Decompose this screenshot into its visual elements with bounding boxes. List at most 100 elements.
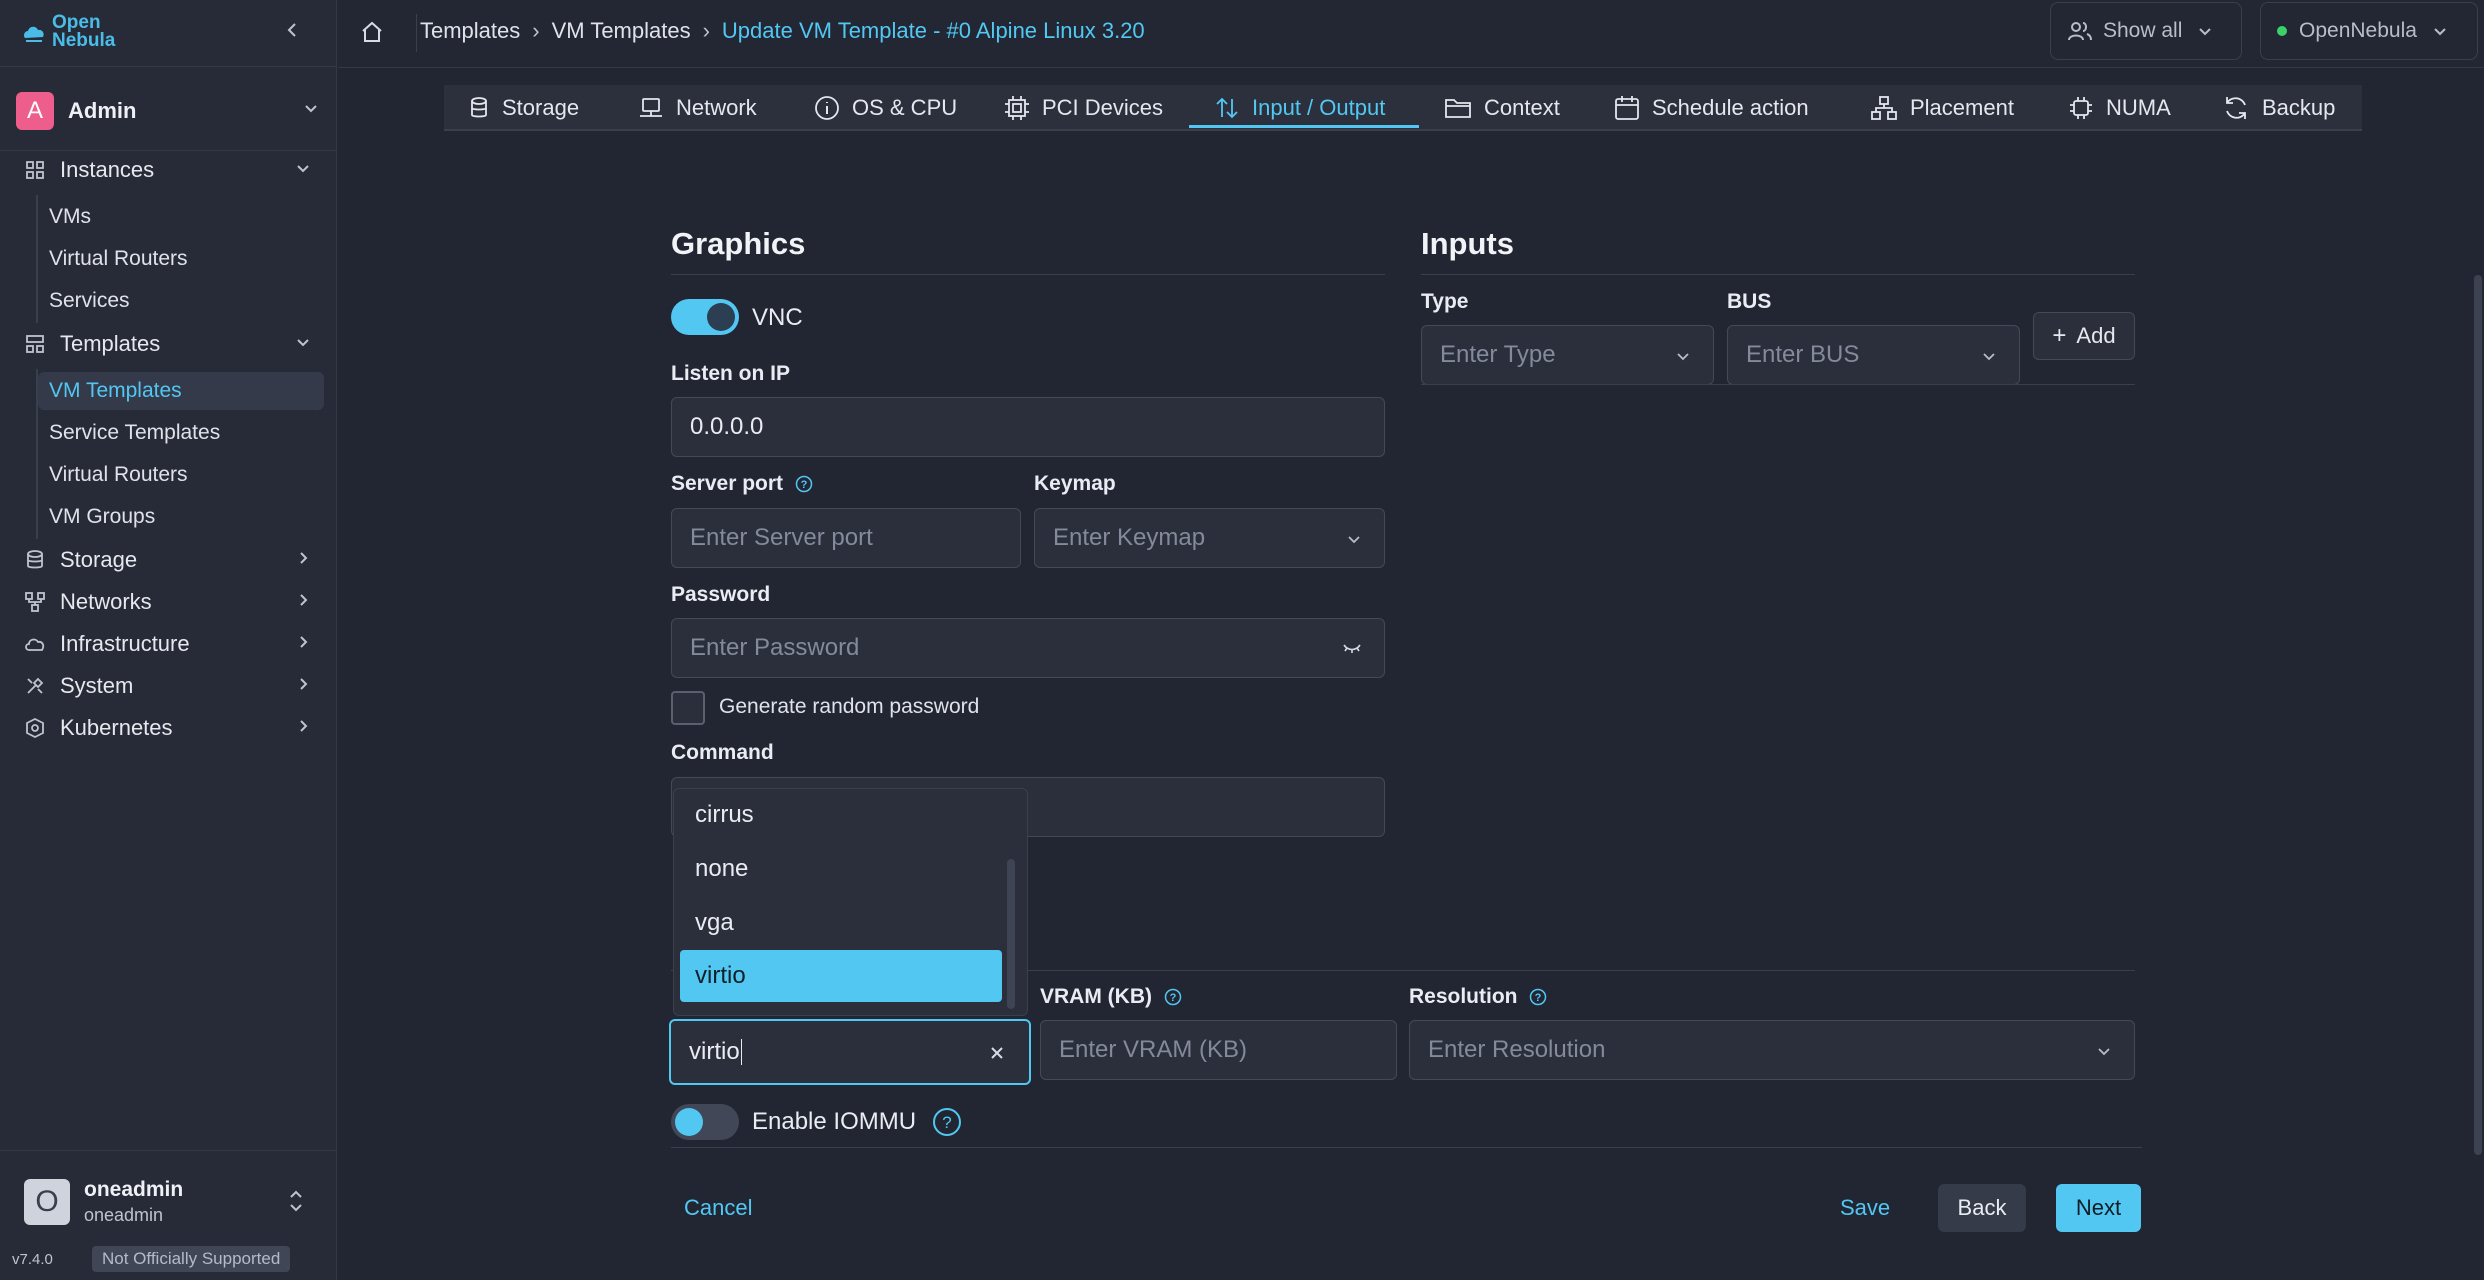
- sidebar-group-templates[interactable]: Templates: [24, 324, 322, 364]
- chevron-down-icon: [2434, 28, 2446, 36]
- sidebar-divider: [0, 1150, 337, 1151]
- sidebar-group-label: Instances: [60, 157, 155, 182]
- sidebar-group-networks[interactable]: Networks: [24, 582, 322, 622]
- home-button[interactable]: [360, 20, 384, 44]
- cloud-icon: [25, 638, 45, 651]
- help-icon: ?: [795, 476, 813, 493]
- top-bar: Templates › VM Templates › Update VM Tem…: [338, 0, 2484, 68]
- active-tab-indicator: [1189, 125, 1419, 128]
- breadcrumb-vm-templates[interactable]: VM Templates: [552, 18, 691, 44]
- input-type-label: Type: [1421, 290, 1469, 313]
- opennebula-logo[interactable]: Open Nebula: [22, 13, 115, 50]
- show-all-button[interactable]: Show all: [2050, 2, 2242, 60]
- sidebar-item-vm-groups[interactable]: VM Groups: [38, 498, 324, 536]
- sidebar-group-instances[interactable]: Instances: [24, 150, 322, 190]
- sidebar-group-storage[interactable]: Storage: [24, 540, 322, 580]
- random-password-checkbox[interactable]: [671, 691, 705, 725]
- user-menu[interactable]: O oneadmin oneadmin: [24, 1176, 322, 1230]
- vnc-toggle[interactable]: [671, 299, 739, 335]
- dropdown-scrollbar[interactable]: [1007, 859, 1015, 1009]
- arrows-updown-icon: [1216, 97, 1238, 119]
- password-input[interactable]: Enter Password: [671, 618, 1385, 678]
- password-label: Password: [671, 583, 771, 606]
- tab-pci-devices[interactable]: PCI Devices: [1004, 85, 1163, 131]
- dropdown-option-cirrus[interactable]: cirrus: [680, 789, 1002, 841]
- sidebar-group-infrastructure[interactable]: Infrastructure: [24, 624, 322, 664]
- input-bus-select[interactable]: Enter BUS: [1727, 325, 2020, 385]
- tab-label: Backup: [2262, 95, 2336, 120]
- chevron-down-icon: [1677, 353, 1689, 361]
- breadcrumb: Templates › VM Templates › Update VM Tem…: [420, 18, 1145, 44]
- dropdown-option-vga[interactable]: vga: [680, 897, 1002, 949]
- sidebar-item-vms[interactable]: VMs: [38, 198, 324, 236]
- tab-network[interactable]: Network: [638, 85, 757, 131]
- network-icon: [25, 592, 45, 612]
- sidebar-group-kubernetes[interactable]: Kubernetes: [24, 708, 322, 748]
- iommu-label: Enable IOMMU: [752, 1108, 917, 1135]
- show-all-label: Show all: [2103, 19, 2183, 42]
- sidebar-group-label: Templates: [60, 331, 161, 356]
- chevron-down-icon: [2098, 1048, 2110, 1056]
- help-icon: ?: [1530, 989, 1547, 1006]
- cpu-icon: [2070, 97, 2092, 119]
- tab-label: Placement: [1910, 95, 2014, 120]
- video-type-combobox[interactable]: virtio: [669, 1019, 1031, 1085]
- tab-storage[interactable]: Storage: [468, 85, 579, 131]
- tab-label: Input / Output: [1252, 95, 1386, 120]
- group-selector[interactable]: A Admin: [16, 92, 322, 130]
- keymap-select[interactable]: Enter Keymap: [1034, 508, 1385, 568]
- zone-selector[interactable]: OpenNebula: [2260, 2, 2478, 60]
- hierarchy-icon: [1871, 96, 1897, 120]
- chevron-down-icon: [1983, 353, 1995, 361]
- save-button[interactable]: Save: [1840, 1195, 1890, 1221]
- tab-numa[interactable]: NUMA: [2068, 85, 2171, 131]
- next-button[interactable]: Next: [2056, 1184, 2141, 1232]
- iommu-toggle[interactable]: [671, 1104, 739, 1140]
- server-port-input[interactable]: Enter Server port: [671, 508, 1021, 568]
- resolution-select[interactable]: Enter Resolution: [1409, 1020, 2135, 1080]
- page-scrollbar[interactable]: [2474, 275, 2482, 1155]
- chevron-right-icon: [300, 678, 308, 690]
- section-divider: [671, 274, 1385, 275]
- sidebar-item-services[interactable]: Services: [38, 282, 324, 320]
- tab-schedule-action[interactable]: Schedule action: [1614, 85, 1809, 131]
- chevron-right-icon: [300, 552, 308, 564]
- tab-label: PCI Devices: [1042, 95, 1164, 120]
- tab-label: Storage: [502, 95, 580, 120]
- dropdown-option-none[interactable]: none: [680, 843, 1002, 895]
- avatar: O: [24, 1179, 70, 1225]
- tab-os-cpu[interactable]: OS & CPU: [814, 85, 957, 131]
- sidebar-item-virtual-routers-templates[interactable]: Virtual Routers: [38, 456, 324, 494]
- add-input-button[interactable]: + Add: [2033, 312, 2135, 360]
- sidebar-item-vm-templates[interactable]: VM Templates: [38, 372, 324, 410]
- toggle-knob: [707, 303, 735, 331]
- tab-backup[interactable]: Backup: [2222, 85, 2335, 131]
- tools-icon: [27, 677, 44, 694]
- vnc-label: VNC: [752, 304, 803, 331]
- cloud-logo-icon: [24, 26, 44, 42]
- input-type-select[interactable]: Enter Type: [1421, 325, 1714, 385]
- sidebar-group-system[interactable]: System: [24, 666, 322, 706]
- calendar-icon: [1615, 96, 1639, 120]
- help-icon: ?: [933, 1108, 961, 1136]
- instances-icon: [26, 161, 44, 179]
- group-label: Admin: [68, 98, 137, 123]
- vram-label: VRAM (KB) ?: [1040, 985, 1182, 1009]
- cancel-button[interactable]: Cancel: [684, 1195, 752, 1221]
- input-bus-label: BUS: [1727, 290, 1772, 313]
- sidebar-item-virtual-routers[interactable]: Virtual Routers: [38, 240, 324, 278]
- network-icon: [640, 98, 662, 117]
- graphics-title: Graphics: [671, 226, 806, 261]
- svg-text:?: ?: [1535, 992, 1542, 1004]
- tab-placement[interactable]: Placement: [1870, 85, 2014, 131]
- listen-ip-field[interactable]: 0.0.0.0: [671, 397, 1385, 457]
- sidebar-item-service-templates[interactable]: Service Templates: [38, 414, 324, 452]
- svg-text:?: ?: [801, 479, 808, 491]
- breadcrumb-templates[interactable]: Templates: [420, 18, 520, 44]
- tab-context[interactable]: Context: [1444, 85, 1560, 131]
- info-icon: [815, 96, 839, 120]
- collapse-sidebar-button[interactable]: [280, 18, 304, 42]
- back-button[interactable]: Back: [1938, 1184, 2026, 1232]
- vram-input[interactable]: Enter VRAM (KB): [1040, 1020, 1397, 1080]
- dropdown-option-virtio[interactable]: virtio: [680, 950, 1002, 1002]
